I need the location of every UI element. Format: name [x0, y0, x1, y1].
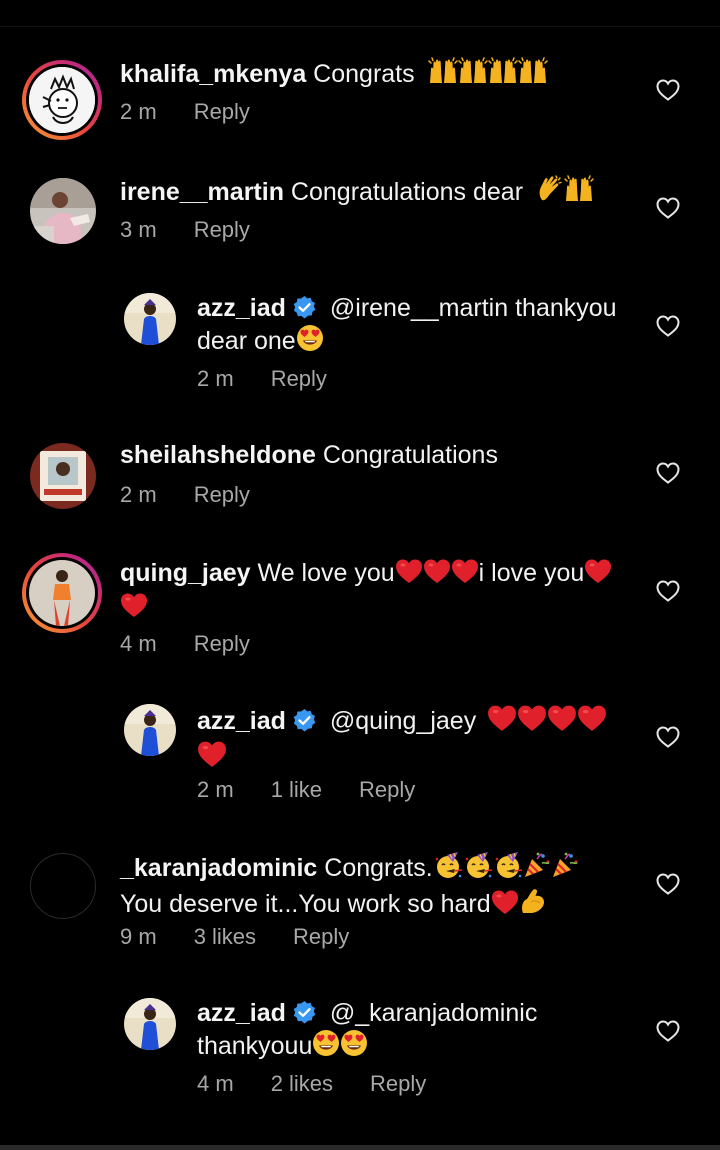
- comment-meta: 2 m 1 like Reply: [197, 777, 452, 803]
- username[interactable]: azz_iad: [197, 999, 286, 1027]
- red-heart-emoji: [487, 704, 607, 740]
- heart-outline-icon[interactable]: [656, 79, 680, 101]
- reply-button[interactable]: Reply: [194, 482, 250, 508]
- timestamp: 2 m: [120, 482, 157, 507]
- comment-text: Congratulations: [322, 441, 498, 469]
- username[interactable]: _karanjadominic: [120, 854, 317, 882]
- comment-text: You deserve it...You work so hard: [120, 890, 491, 918]
- timestamp: 3 m: [120, 217, 157, 242]
- avatar-photo-icon: [30, 443, 96, 509]
- flexed-biceps-emoji: [519, 887, 547, 923]
- timestamp: 2 m: [197, 777, 234, 802]
- comment-text: Congratulations dear: [290, 178, 524, 206]
- comment-text: i love you: [478, 559, 585, 587]
- avatar-cartoon-icon: [29, 67, 95, 133]
- mention-link[interactable]: @quing_jaey: [330, 707, 476, 735]
- reply-button[interactable]: Reply: [293, 924, 349, 950]
- username[interactable]: khalifa_mkenya: [120, 60, 306, 88]
- comment-body: _karanjadominic Congrats. You deserve it…: [120, 851, 640, 923]
- username[interactable]: irene__martin: [120, 178, 284, 206]
- timestamp: 2 m: [197, 366, 234, 391]
- red-heart-emoji: [491, 889, 519, 923]
- comment-body: khalifa_mkenya Congrats: [120, 57, 548, 93]
- timestamp: 4 m: [120, 631, 157, 656]
- reply-button[interactable]: Reply: [359, 777, 415, 803]
- comment-body: azz_iad @_karanjadominic thankyouu: [197, 998, 637, 1065]
- top-divider: [0, 26, 720, 27]
- avatar[interactable]: [30, 853, 96, 919]
- avatar-photo-icon: [124, 704, 176, 756]
- likes-count[interactable]: 3 likes: [194, 924, 256, 950]
- party-face-emoji: [433, 851, 523, 887]
- heart-eyes-emoji: [296, 324, 324, 360]
- comment-body: irene__martin Congratulations dear: [120, 175, 594, 211]
- comment-meta: 2 m Reply: [197, 366, 364, 392]
- mention-link[interactable]: @irene__martin: [330, 294, 508, 322]
- red-heart-emoji: [395, 558, 479, 592]
- likes-count[interactable]: 1 like: [271, 777, 322, 803]
- verified-badge-icon: [292, 708, 317, 733]
- comment-meta: 2 m Reply: [120, 482, 287, 508]
- avatar[interactable]: [124, 704, 176, 756]
- avatar[interactable]: [22, 553, 102, 633]
- avatar[interactable]: [30, 178, 96, 244]
- comment-text: We love you: [257, 559, 395, 587]
- red-heart-emoji: [120, 592, 148, 626]
- comment-text: thankyou: [515, 294, 617, 322]
- reply-button[interactable]: Reply: [194, 99, 250, 125]
- comment-meta: 4 m Reply: [120, 631, 287, 657]
- heart-outline-icon[interactable]: [656, 197, 680, 219]
- timestamp: 9 m: [120, 924, 157, 949]
- heart-outline-icon[interactable]: [656, 873, 680, 895]
- reply-button[interactable]: Reply: [370, 1071, 426, 1097]
- reply-button[interactable]: Reply: [271, 366, 327, 392]
- username[interactable]: azz_iad: [197, 707, 286, 735]
- raised-hands-emoji: [564, 175, 594, 211]
- avatar[interactable]: [124, 998, 176, 1050]
- heart-outline-icon[interactable]: [656, 580, 680, 602]
- comment-body: quing_jaey We love you i love you: [120, 558, 640, 626]
- comment-text: dear one: [197, 327, 296, 355]
- likes-count[interactable]: 2 likes: [271, 1071, 333, 1097]
- verified-badge-icon: [292, 295, 317, 320]
- mention-link[interactable]: @_karanjadominic: [330, 999, 537, 1027]
- heart-outline-icon[interactable]: [656, 315, 680, 337]
- reply-button[interactable]: Reply: [194, 217, 250, 243]
- avatar-photo-icon: [124, 998, 176, 1050]
- heart-outline-icon[interactable]: [656, 726, 680, 748]
- raised-hands-emoji: [428, 57, 548, 93]
- reply-button[interactable]: Reply: [194, 631, 250, 657]
- heart-eyes-emoji: [312, 1029, 368, 1065]
- timestamp: 4 m: [197, 1071, 234, 1096]
- avatar-photo-icon: [30, 178, 96, 244]
- timestamp: 2 m: [120, 99, 157, 124]
- avatar[interactable]: [30, 443, 96, 509]
- avatar-photo-icon: [29, 560, 95, 626]
- comment-meta: 4 m 2 likes Reply: [197, 1071, 463, 1097]
- comment-meta: 9 m 3 likes Reply: [120, 924, 386, 950]
- heart-outline-icon[interactable]: [656, 1020, 680, 1042]
- username[interactable]: quing_jaey: [120, 559, 251, 587]
- comment-body: sheilahsheldone Congratulations: [120, 440, 498, 471]
- comment-body: azz_iad @quing_jaey: [197, 704, 637, 776]
- comment-meta: 3 m Reply: [120, 217, 287, 243]
- avatar[interactable]: [22, 60, 102, 140]
- avatar-photo-icon: [124, 293, 176, 345]
- comment-meta: 2 m Reply: [120, 99, 287, 125]
- username[interactable]: sheilahsheldone: [120, 441, 316, 469]
- comment-text: Congrats.: [324, 854, 433, 882]
- comment-text: thankyouu: [197, 1032, 313, 1060]
- party-popper-emoji: [523, 851, 579, 887]
- verified-badge-icon: [292, 1000, 317, 1025]
- comment-body: azz_iad @irene__martin thankyou dear one: [197, 293, 637, 360]
- bottom-divider: [0, 1145, 720, 1150]
- comment-text: Congrats: [313, 60, 415, 88]
- heart-outline-icon[interactable]: [656, 462, 680, 484]
- avatar[interactable]: [124, 293, 176, 345]
- red-heart-emoji: [584, 558, 612, 592]
- clap-emoji: [536, 175, 564, 211]
- username[interactable]: azz_iad: [197, 294, 286, 322]
- red-heart-emoji: [197, 740, 227, 776]
